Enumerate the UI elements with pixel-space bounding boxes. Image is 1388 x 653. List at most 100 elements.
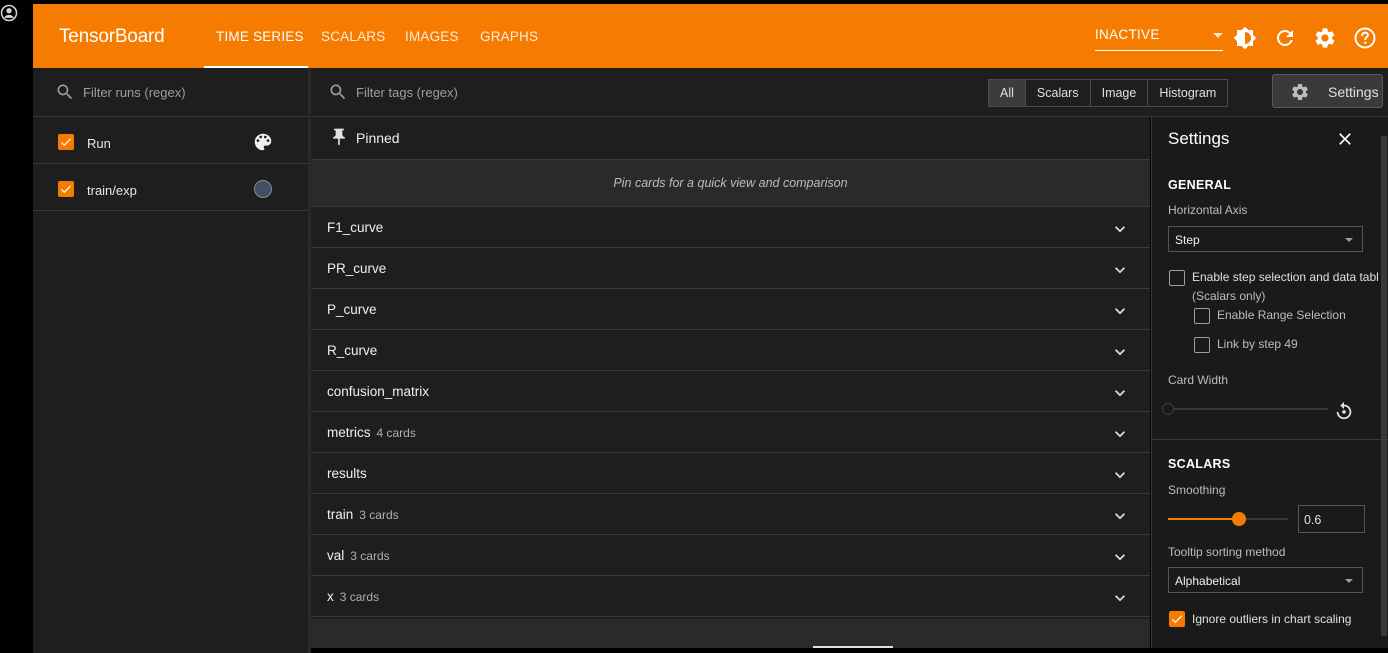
- card-group-results[interactable]: results: [311, 453, 1150, 494]
- tooltip-sort-value: Alphabetical: [1175, 574, 1241, 588]
- group-name: P_curve: [327, 302, 377, 317]
- smoothing-value: 0.6: [1304, 513, 1322, 527]
- settings-title: Settings: [1168, 129, 1230, 148]
- run-label: Run: [87, 136, 111, 151]
- link-by-step-checkbox[interactable]: [1194, 337, 1210, 353]
- run-color-swatch[interactable]: [254, 180, 272, 198]
- type-image-button[interactable]: Image: [1091, 80, 1149, 106]
- brightness-icon[interactable]: [1233, 26, 1257, 50]
- pinned-title: Pinned: [356, 130, 400, 146]
- card-group-train[interactable]: train 3 cards: [311, 494, 1150, 535]
- gear-icon[interactable]: [1313, 26, 1337, 50]
- scalars-heading: SCALARS: [1168, 457, 1231, 471]
- group-name: results: [327, 466, 367, 481]
- ignore-outliers-label: Ignore outliers in chart scaling: [1192, 612, 1352, 626]
- app-title: TensorBoard: [59, 26, 165, 47]
- smoothing-slider[interactable]: [1232, 512, 1246, 526]
- card-group-pr-curve[interactable]: PR_curve: [311, 248, 1150, 289]
- chevron-down-icon: [1115, 472, 1125, 479]
- tab-graphs[interactable]: GRAPHS: [480, 29, 538, 44]
- chevron-down-icon: [1115, 267, 1125, 274]
- dropdown-caret-icon: [1213, 33, 1223, 38]
- pinned-empty-message: Pin cards for a quick view and compariso…: [311, 160, 1150, 207]
- type-histogram-button[interactable]: Histogram: [1148, 80, 1227, 106]
- dropdown-caret-icon: [1345, 579, 1353, 583]
- card-group-x[interactable]: x 3 cards: [311, 576, 1150, 617]
- check-icon: [60, 138, 72, 147]
- group-name: F1_curve: [327, 220, 384, 235]
- range-selection-label: Enable Range Selection: [1217, 308, 1346, 322]
- horizontal-scrollbar[interactable]: [813, 646, 893, 648]
- tags-filter-input[interactable]: Filter tags (regex): [356, 85, 458, 100]
- pin-icon: [333, 128, 345, 146]
- account-icon[interactable]: [0, 4, 18, 22]
- smoothing-input[interactable]: 0.6: [1298, 505, 1365, 533]
- group-name: PR_curve: [327, 261, 387, 276]
- horizontal-axis-label: Horizontal Axis: [1168, 203, 1248, 217]
- runs-filter-placeholder: Filter runs (regex): [83, 85, 186, 100]
- check-icon: [60, 185, 72, 194]
- type-scalars-button[interactable]: Scalars: [1026, 80, 1091, 106]
- vertical-scrollbar[interactable]: [1381, 136, 1387, 636]
- card-group-confusion-matrix[interactable]: confusion_matrix: [311, 371, 1150, 412]
- step-selection-label: Enable step selection and data tabl: [1192, 270, 1379, 284]
- card-group-p-curve[interactable]: P_curve: [311, 289, 1150, 330]
- group-name: confusion_matrix: [327, 384, 430, 399]
- horizontal-axis-value: Step: [1175, 233, 1200, 247]
- runs-filter[interactable]: Filter runs (regex): [33, 68, 308, 117]
- tab-images[interactable]: IMAGES: [405, 29, 459, 44]
- main-bottom-area: [311, 619, 1150, 648]
- chevron-down-icon: [1115, 554, 1125, 561]
- gear-icon: [1292, 84, 1308, 100]
- tooltip-sort-label: Tooltip sorting method: [1168, 545, 1286, 559]
- smoothing-track-fill: [1168, 518, 1239, 520]
- ignore-outliers-checkbox[interactable]: [1169, 611, 1185, 627]
- top-bar: TensorBoard TIME SERIES SCALARS IMAGES G…: [33, 4, 1388, 68]
- group-card-count: 3 cards: [359, 508, 399, 522]
- chevron-down-icon: [1115, 308, 1125, 315]
- reload-icon[interactable]: [1273, 26, 1297, 50]
- step-selection-checkbox[interactable]: [1169, 270, 1185, 286]
- help-icon[interactable]: [1353, 26, 1377, 50]
- run-checkbox-train-exp[interactable]: [58, 181, 74, 197]
- group-card-count: 3 cards: [339, 590, 380, 604]
- settings-button-label: Settings: [1328, 84, 1379, 100]
- tooltip-sort-select[interactable]: Alphabetical: [1168, 567, 1363, 593]
- range-selection-checkbox[interactable]: [1194, 308, 1210, 324]
- pinned-empty-text: Pin cards for a quick view and compariso…: [613, 176, 848, 190]
- palette-icon[interactable]: [252, 131, 274, 153]
- card-group-r-curve[interactable]: R_curve: [311, 330, 1150, 371]
- reset-icon[interactable]: [1333, 400, 1355, 422]
- settings-button[interactable]: Settings: [1272, 74, 1383, 108]
- card-width-track: [1168, 408, 1328, 410]
- run-row-train-exp: train/exp: [33, 168, 308, 211]
- group-name: metrics: [327, 425, 371, 440]
- card-group-val[interactable]: val 3 cards: [311, 535, 1150, 576]
- group-name: R_curve: [327, 343, 378, 358]
- close-icon[interactable]: [1335, 129, 1355, 149]
- scalars-only-note: (Scalars only): [1192, 289, 1266, 303]
- card-group-f1-curve[interactable]: F1_curve: [311, 207, 1150, 248]
- general-heading: GENERAL: [1168, 178, 1232, 192]
- smoothing-label: Smoothing: [1168, 483, 1226, 497]
- tab-scalars[interactable]: SCALARS: [321, 29, 385, 44]
- type-all-button[interactable]: All: [989, 80, 1026, 106]
- plugin-select-value: INACTIVE: [1095, 27, 1160, 42]
- group-name: train: [327, 507, 354, 522]
- chevron-down-icon: [1115, 349, 1125, 356]
- card-group-metrics[interactable]: metrics 4 cards: [311, 412, 1150, 453]
- card-width-slider[interactable]: [1162, 403, 1174, 415]
- plugin-select[interactable]: INACTIVE: [1095, 24, 1223, 51]
- run-row-all: Run: [33, 121, 308, 164]
- group-name: val: [327, 548, 345, 563]
- card-width-label: Card Width: [1168, 373, 1229, 387]
- chevron-down-icon: [1115, 226, 1125, 233]
- group-card-count: 4 cards: [376, 426, 416, 440]
- run-checkbox-all[interactable]: [58, 134, 74, 150]
- tab-time-series[interactable]: TIME SERIES: [216, 29, 304, 44]
- group-name: x: [327, 589, 334, 604]
- pinned-section-header: Pinned: [311, 117, 1150, 160]
- horizontal-axis-select[interactable]: Step: [1168, 226, 1363, 252]
- chevron-down-icon: [1115, 595, 1125, 602]
- card-type-filter: All Scalars Image Histogram: [988, 79, 1229, 107]
